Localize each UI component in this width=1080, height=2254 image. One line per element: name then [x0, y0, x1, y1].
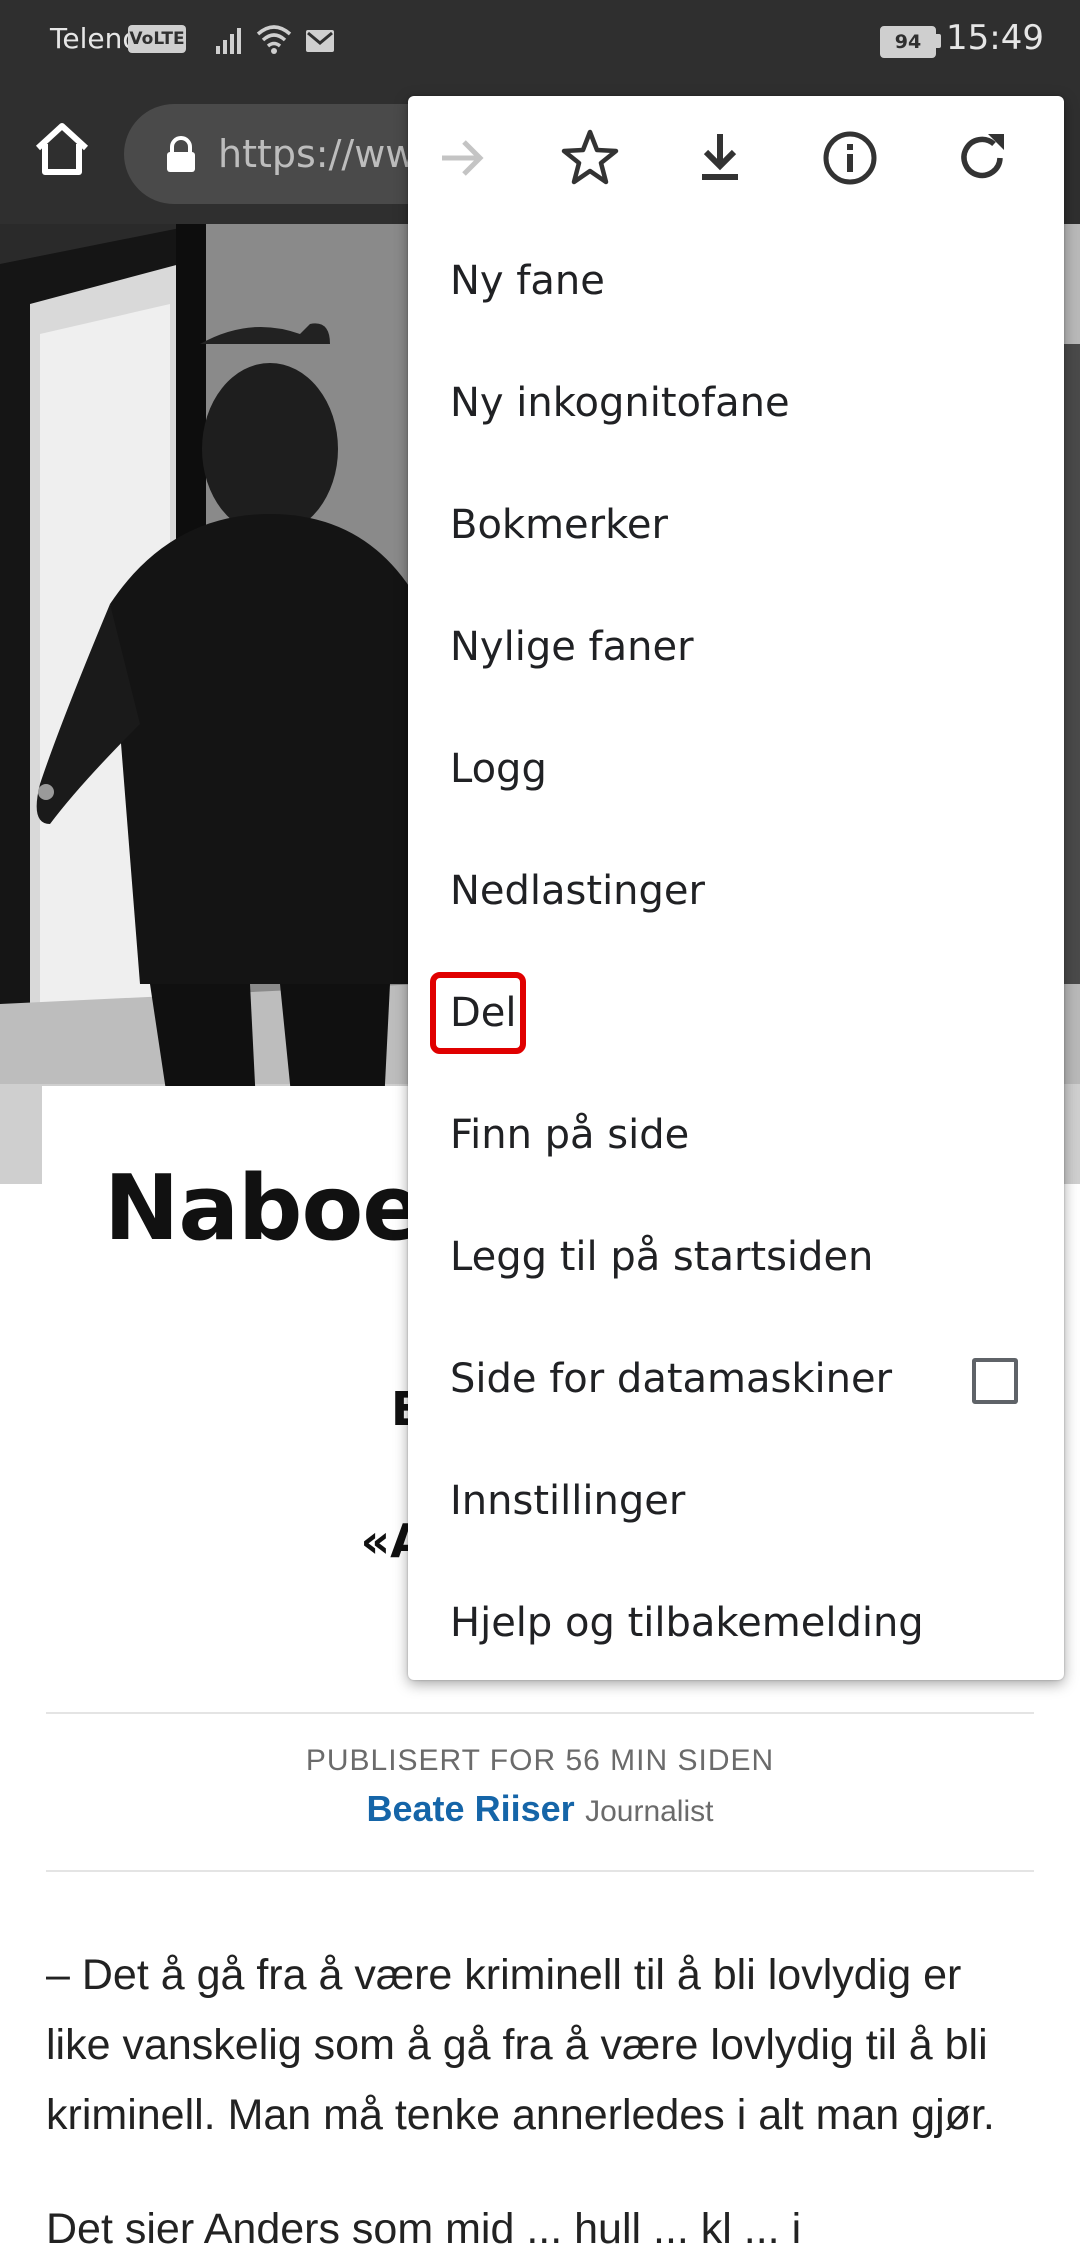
menu-item-ny-inkognitofane[interactable]: Ny inkognitofane — [408, 342, 1064, 464]
signal-icon — [216, 28, 241, 54]
desktop-site-checkbox[interactable] — [972, 1358, 1018, 1404]
clock: 15:49 — [946, 18, 1044, 58]
overflow-menu: Ny fane Ny inkognitofane Bokmerker Nylig… — [408, 96, 1064, 1680]
home-icon[interactable] — [30, 118, 94, 182]
menu-item-nedlastinger[interactable]: Nedlastinger — [408, 830, 1064, 952]
url-text: https://ww — [218, 132, 417, 176]
mail-icon — [306, 30, 334, 52]
info-icon[interactable] — [818, 126, 882, 190]
author-link[interactable]: Beate Riiser — [367, 1788, 575, 1829]
menu-action-row — [408, 96, 1064, 220]
battery-level: 94 — [880, 26, 936, 58]
battery-tip — [936, 34, 941, 48]
author-role: Journalist — [585, 1795, 714, 1828]
menu-item-label: Nedlastinger — [450, 868, 705, 914]
byline: Beate Riiser Journalist — [0, 1788, 1080, 1830]
menu-item-label: Ny inkognitofane — [450, 380, 790, 426]
menu-item-innstillinger[interactable]: Innstillinger — [408, 1440, 1064, 1562]
status-icons — [216, 25, 334, 54]
article-body: – Det å gå fra å være kriminell til å bl… — [46, 1940, 1046, 2150]
menu-item-nylige-faner[interactable]: Nylige faner — [408, 586, 1064, 708]
menu-item-legg-til-startsiden[interactable]: Legg til på startsiden — [408, 1196, 1064, 1318]
body-line: kriminell. Man må tenke annerledes i alt… — [46, 2091, 995, 2139]
menu-item-label: Finn på side — [450, 1112, 690, 1158]
menu-item-label: Hjelp og tilbakemelding — [450, 1600, 924, 1646]
volte-badge: VoLTE — [128, 25, 186, 53]
menu-item-label: Ny fane — [450, 258, 605, 304]
divider-top — [46, 1712, 1034, 1714]
star-icon[interactable] — [558, 126, 622, 190]
menu-item-label: Logg — [450, 746, 547, 792]
menu-item-ny-fane[interactable]: Ny fane — [408, 220, 1064, 342]
published-time: PUBLISERT FOR 56 MIN SIDEN — [305, 1744, 775, 1777]
menu-item-logg[interactable]: Logg — [408, 708, 1064, 830]
body-next-line: Det sier Anders som mid ... hull ... kl … — [46, 2205, 802, 2253]
menu-item-finn-pa-side[interactable]: Finn på side — [408, 1074, 1064, 1196]
menu-item-label: Side for datamaskiner — [450, 1356, 893, 1402]
refresh-icon[interactable] — [950, 126, 1014, 190]
divider-bottom — [46, 1870, 1034, 1872]
status-bar: Telenor VoLTE 94 15:49 — [0, 0, 1080, 80]
wifi-icon — [256, 25, 292, 54]
menu-item-bokmerker[interactable]: Bokmerker — [408, 464, 1064, 586]
menu-item-label: Nylige faner — [450, 624, 694, 670]
menu-item-label: Innstillinger — [450, 1478, 686, 1524]
lock-icon — [167, 136, 195, 172]
menu-item-hjelp[interactable]: Hjelp og tilbakemelding — [408, 1562, 1064, 1684]
menu-item-label: Legg til på startsiden — [450, 1234, 874, 1280]
body-line: – Det å gå fra å være kriminell til å bl… — [46, 1951, 962, 1999]
menu-item-label: Del — [450, 990, 517, 1036]
forward-icon[interactable] — [430, 126, 494, 190]
menu-item-del[interactable]: Del — [408, 952, 1064, 1074]
menu-item-label: Bokmerker — [450, 502, 668, 548]
download-icon[interactable] — [688, 126, 752, 190]
menu-item-side-for-datamaskiner[interactable]: Side for datamaskiner — [408, 1318, 1064, 1440]
body-line: like vanskelig som å gå fra å være lovly… — [46, 2021, 988, 2069]
